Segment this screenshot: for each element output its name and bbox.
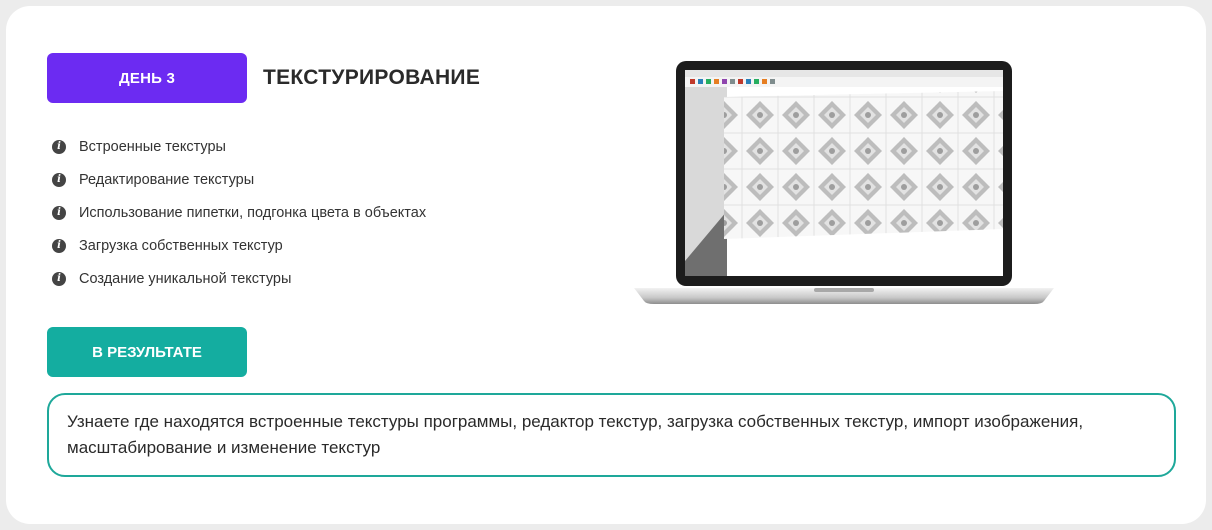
laptop-notch [814, 288, 874, 292]
list-item: i Загрузка собственных текстур [52, 229, 426, 262]
result-description: Узнаете где находятся встроенные текстур… [47, 393, 1176, 477]
topic-label: Загрузка собственных текстур [79, 237, 283, 254]
laptop-illustration [634, 61, 1054, 304]
topic-label: Использование пипетки, подгонка цвета в … [79, 204, 427, 221]
screen-toolbar-icons [690, 79, 775, 84]
course-module-card: ДЕНЬ 3 ТЕКСТУРИРОВАНИЕ i Встроенные текс… [6, 6, 1206, 524]
list-item: i Редактирование текстуры [52, 163, 426, 196]
info-icon: i [52, 238, 66, 253]
module-title: ТЕКСТУРИРОВАНИЕ [263, 66, 481, 89]
list-item: i Использование пипетки, подгонка цвета … [52, 196, 426, 229]
info-icon: i [52, 139, 66, 154]
topic-label: Создание уникальной текстуры [79, 270, 292, 287]
topic-list: i Встроенные текстуры i Редактирование т… [52, 130, 426, 295]
info-icon: i [52, 271, 66, 286]
screen-titlebar [685, 70, 1003, 77]
result-button[interactable]: В РЕЗУЛЬТАТЕ [47, 327, 247, 377]
topic-label: Редактирование текстуры [79, 171, 255, 188]
info-icon: i [52, 205, 66, 220]
texture-tile-grid [724, 91, 1003, 239]
info-icon: i [52, 172, 66, 187]
list-item: i Встроенные текстуры [52, 130, 426, 163]
topic-label: Встроенные текстуры [79, 138, 226, 155]
day-badge[interactable]: ДЕНЬ 3 [47, 53, 247, 103]
list-item: i Создание уникальной текстуры [52, 262, 426, 295]
